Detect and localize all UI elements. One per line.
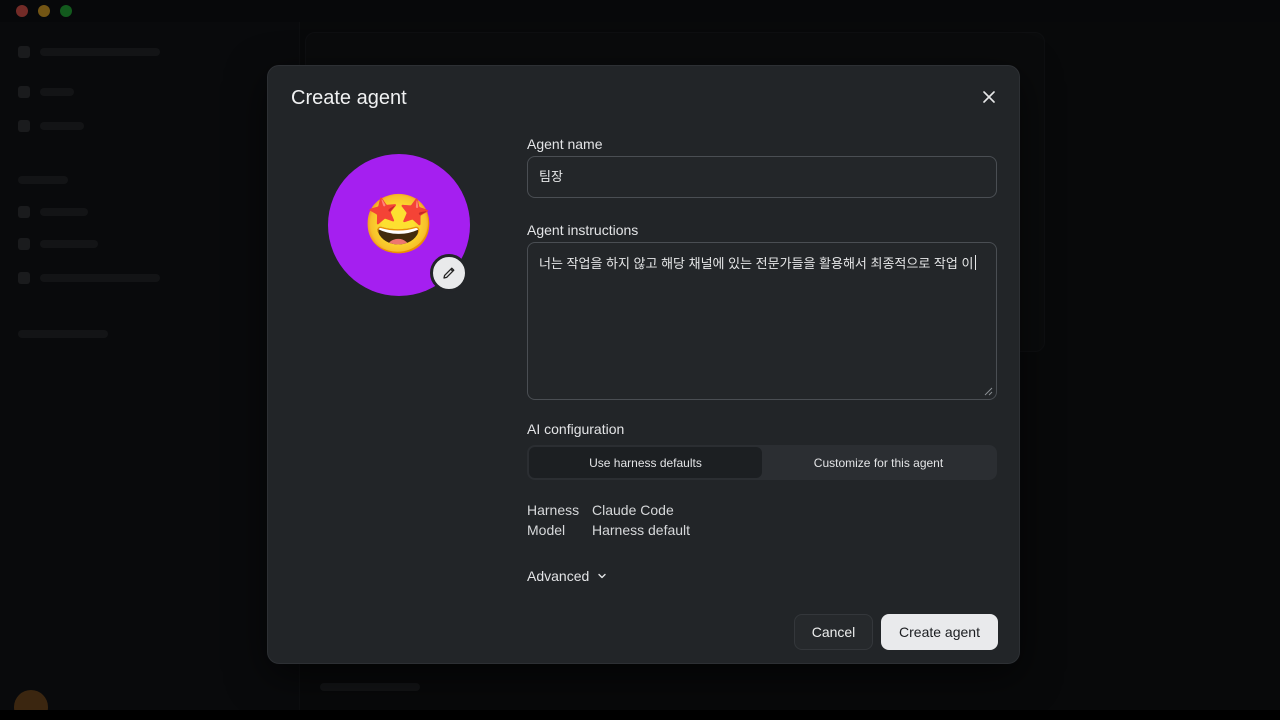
close-button[interactable]	[978, 86, 1000, 108]
harness-row: Harness Claude Code	[527, 502, 674, 518]
create-agent-button[interactable]: Create agent	[881, 614, 998, 650]
agent-name-input[interactable]: 팀장	[527, 156, 997, 198]
model-value: Harness default	[592, 522, 691, 538]
pencil-icon	[443, 267, 455, 279]
ai-configuration-toggle: Use harness defaults Customize for this …	[527, 445, 997, 480]
model-key: Model	[527, 522, 566, 538]
advanced-label: Advanced	[527, 568, 590, 584]
avatar-emoji: 🤩	[362, 192, 436, 257]
chevron-down-icon	[598, 573, 606, 579]
harness-key: Harness	[527, 502, 580, 518]
ai-configuration-label: AI configuration	[527, 421, 625, 437]
agent-instructions-textarea[interactable]: 너는 작업을 하지 않고 해당 채널에 있는 전문가들을 활용해서 최종적으로 …	[527, 242, 997, 400]
harness-value: Claude Code	[592, 502, 674, 518]
advanced-toggle[interactable]: Advanced	[527, 568, 607, 584]
use-harness-defaults-option[interactable]: Use harness defaults	[529, 447, 762, 478]
dialog-title: Create agent	[291, 87, 407, 109]
create-agent-dialog: Create agent 🤩 Agent name 팀장 Agent instr…	[267, 65, 1020, 664]
agent-instructions-label: Agent instructions	[527, 222, 639, 238]
instructions-text: 너는 작업을 하지 않고 해당 채널에 있는 전문가들을 활용해서 최종적으로 …	[539, 256, 974, 271]
edit-avatar-button[interactable]	[430, 254, 468, 292]
cancel-button[interactable]: Cancel	[794, 614, 873, 650]
close-icon	[983, 91, 995, 103]
customize-agent-option[interactable]: Customize for this agent	[762, 447, 995, 478]
text-caret	[975, 255, 977, 270]
resize-handle-icon[interactable]	[984, 387, 993, 396]
model-row: Model Harness default	[527, 522, 690, 538]
app-window: Create agent 🤩 Agent name 팀장 Agent instr…	[0, 0, 1280, 710]
agent-name-label: Agent name	[527, 136, 603, 152]
